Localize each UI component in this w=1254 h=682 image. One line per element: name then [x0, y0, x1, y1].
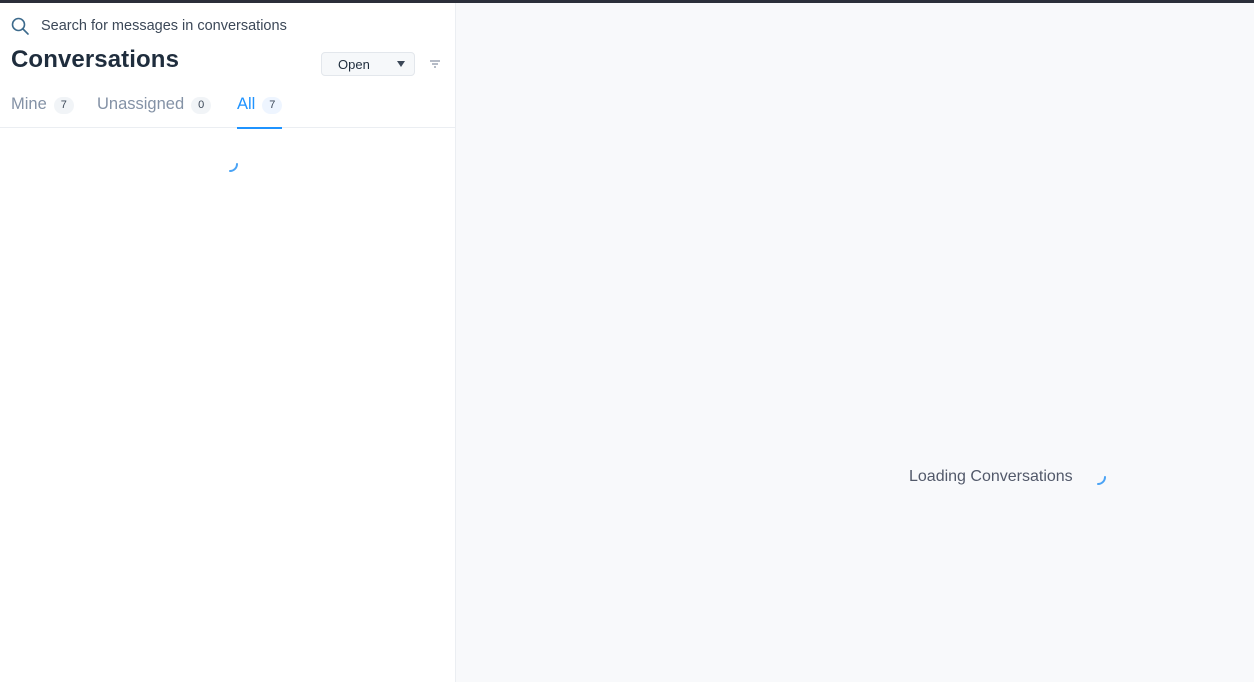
- status-select[interactable]: Open: [321, 52, 415, 76]
- tab-unassigned[interactable]: Unassigned 0: [97, 87, 212, 128]
- search-bar[interactable]: [10, 16, 430, 36]
- loading-text: Loading Conversations: [909, 468, 1073, 485]
- chevron-down-icon: [397, 61, 405, 67]
- tab-all[interactable]: All 7: [237, 87, 283, 129]
- loading-spinner-icon: [1087, 466, 1109, 488]
- tab-count-badge: 0: [191, 97, 212, 114]
- tab-label: Mine: [11, 95, 47, 113]
- conversation-tabs: Mine 7 Unassigned 0 All 7: [0, 87, 455, 129]
- loading-spinner-icon: [219, 153, 241, 175]
- search-icon: [10, 16, 30, 36]
- loading-indicator: Loading Conversations: [909, 466, 1109, 488]
- filter-icon[interactable]: [429, 57, 441, 69]
- page-title: Conversations: [11, 46, 180, 73]
- tab-label: Unassigned: [97, 95, 185, 113]
- status-select-value: Open: [338, 56, 370, 72]
- search-input[interactable]: [41, 18, 421, 34]
- tab-label: All: [237, 95, 256, 113]
- tab-count-badge: 7: [262, 97, 283, 114]
- tab-mine[interactable]: Mine 7: [11, 87, 74, 128]
- conversation-detail-panel: Loading Conversations: [456, 3, 1254, 682]
- tab-count-badge: 7: [53, 97, 74, 114]
- conversation-list-panel: Conversations Open Mine 7 Unassigned 0 A…: [0, 3, 456, 682]
